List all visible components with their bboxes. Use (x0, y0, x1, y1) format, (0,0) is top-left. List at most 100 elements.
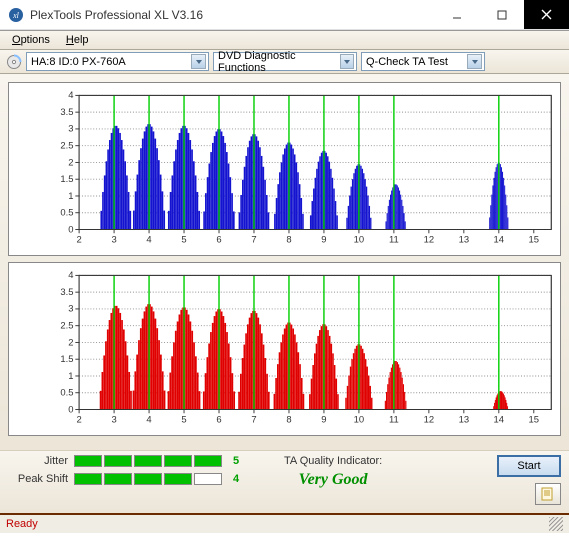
svg-text:7: 7 (251, 235, 256, 246)
svg-text:0.5: 0.5 (60, 388, 73, 399)
svg-text:14: 14 (494, 415, 505, 426)
function-combo-label: DVD Diagnostic Functions (218, 50, 340, 74)
svg-text:1.5: 1.5 (60, 174, 73, 185)
quality-label: TA Quality Indicator: (284, 455, 382, 467)
peakshift-bar (74, 473, 222, 485)
svg-text:14: 14 (494, 235, 505, 246)
svg-text:6: 6 (216, 235, 221, 246)
svg-text:13: 13 (459, 415, 470, 426)
meter-segment (164, 473, 192, 485)
svg-text:6: 6 (216, 415, 221, 426)
drive-selector: HA:8 ID:0 PX-760A (6, 52, 209, 71)
chevron-down-icon (191, 54, 206, 69)
svg-text:5: 5 (181, 235, 186, 246)
titlebar: xl PlexTools Professional XL V3.16 (0, 0, 569, 30)
svg-text:11: 11 (389, 415, 399, 426)
menu-options[interactable]: Options (6, 32, 56, 48)
svg-text:1.5: 1.5 (60, 354, 73, 365)
jitter-label: Jitter (8, 455, 68, 467)
window-title: PlexTools Professional XL V3.16 (30, 8, 434, 22)
svg-text:1: 1 (68, 191, 73, 202)
charts-area: 00.511.522.533.5423456789101112131415 00… (0, 74, 569, 450)
svg-text:4: 4 (68, 90, 73, 101)
svg-text:15: 15 (529, 415, 540, 426)
svg-text:9: 9 (321, 415, 326, 426)
svg-text:4: 4 (146, 415, 151, 426)
chevron-down-icon (340, 54, 354, 69)
close-button[interactable] (524, 0, 569, 29)
svg-text:11: 11 (389, 235, 399, 246)
svg-text:2: 2 (68, 337, 73, 348)
svg-text:10: 10 (354, 235, 365, 246)
svg-text:3: 3 (68, 304, 73, 315)
meter-segment (104, 455, 132, 467)
disc-icon (6, 54, 22, 70)
svg-text:13: 13 (459, 235, 470, 246)
svg-text:8: 8 (286, 415, 291, 426)
jitter-bar (74, 455, 222, 467)
jitter-meter: Jitter 5 (8, 455, 244, 467)
bottom-chart: 0 0.5 1 1.5 2 2.5 3 3.5 4 2 3 4 5 6 7 8 9 10 11 12 13 14 15 (8, 262, 561, 436)
chevron-down-icon (467, 54, 482, 69)
menu-help[interactable]: Help (60, 32, 95, 48)
peakshift-label: Peak Shift (8, 473, 68, 485)
peakshift-meter: Peak Shift 4 (8, 473, 244, 485)
svg-text:3.5: 3.5 (60, 107, 73, 118)
status-text: Ready (6, 518, 38, 530)
svg-text:3.5: 3.5 (60, 287, 73, 298)
app-icon: xl (8, 7, 24, 23)
test-combo-label: Q-Check TA Test (366, 56, 448, 68)
toolbar: HA:8 ID:0 PX-760A DVD Diagnostic Functio… (0, 50, 569, 74)
svg-text:12: 12 (424, 235, 435, 246)
meter-segment (194, 473, 222, 485)
svg-text:0.5: 0.5 (60, 208, 73, 219)
jitter-value: 5 (228, 455, 244, 467)
svg-text:3: 3 (111, 415, 116, 426)
quality-value: Very Good (284, 471, 382, 489)
svg-text:15: 15 (529, 235, 540, 246)
svg-text:2: 2 (76, 415, 81, 426)
test-combo[interactable]: Q-Check TA Test (361, 52, 485, 71)
svg-text:7: 7 (251, 415, 256, 426)
svg-text:4: 4 (68, 270, 73, 281)
window-controls (434, 0, 569, 29)
meter-segment (74, 473, 102, 485)
svg-text:3: 3 (111, 235, 116, 246)
svg-text:1: 1 (68, 371, 73, 382)
svg-text:5: 5 (181, 415, 186, 426)
start-button-label: Start (517, 460, 540, 472)
svg-text:8: 8 (286, 235, 291, 246)
bottom-panel: Jitter 5 Peak Shift 4 TA Quality Indicat… (0, 450, 569, 513)
svg-text:3: 3 (68, 124, 73, 135)
quality-indicator: TA Quality Indicator: Very Good (284, 455, 382, 505)
meter-segment (104, 473, 132, 485)
meter-segment (134, 473, 162, 485)
drive-combo[interactable]: HA:8 ID:0 PX-760A (26, 52, 209, 71)
svg-text:0: 0 (68, 224, 73, 235)
svg-text:xl: xl (12, 11, 20, 20)
svg-text:4: 4 (146, 235, 151, 246)
svg-text:2.5: 2.5 (60, 141, 73, 152)
menubar: Options Help (0, 30, 569, 50)
meter-segment (164, 455, 192, 467)
svg-text:9: 9 (321, 235, 326, 246)
actions: Start (497, 455, 561, 505)
meters: Jitter 5 Peak Shift 4 (8, 455, 244, 505)
maximize-button[interactable] (479, 0, 524, 29)
svg-text:10: 10 (354, 415, 365, 426)
meter-segment (194, 455, 222, 467)
svg-text:12: 12 (424, 415, 435, 426)
svg-text:2: 2 (76, 235, 81, 246)
page-icon (540, 487, 556, 501)
info-button[interactable] (535, 483, 561, 505)
meter-segment (134, 455, 162, 467)
drive-combo-label: HA:8 ID:0 PX-760A (31, 56, 126, 68)
minimize-button[interactable] (434, 0, 479, 29)
top-chart: 00.511.522.533.5423456789101112131415 (8, 82, 561, 256)
function-combo[interactable]: DVD Diagnostic Functions (213, 52, 357, 71)
svg-text:0: 0 (68, 404, 73, 415)
start-button[interactable]: Start (497, 455, 561, 477)
svg-text:2.5: 2.5 (60, 321, 73, 332)
peakshift-value: 4 (228, 473, 244, 485)
resize-grip[interactable] (549, 517, 563, 531)
